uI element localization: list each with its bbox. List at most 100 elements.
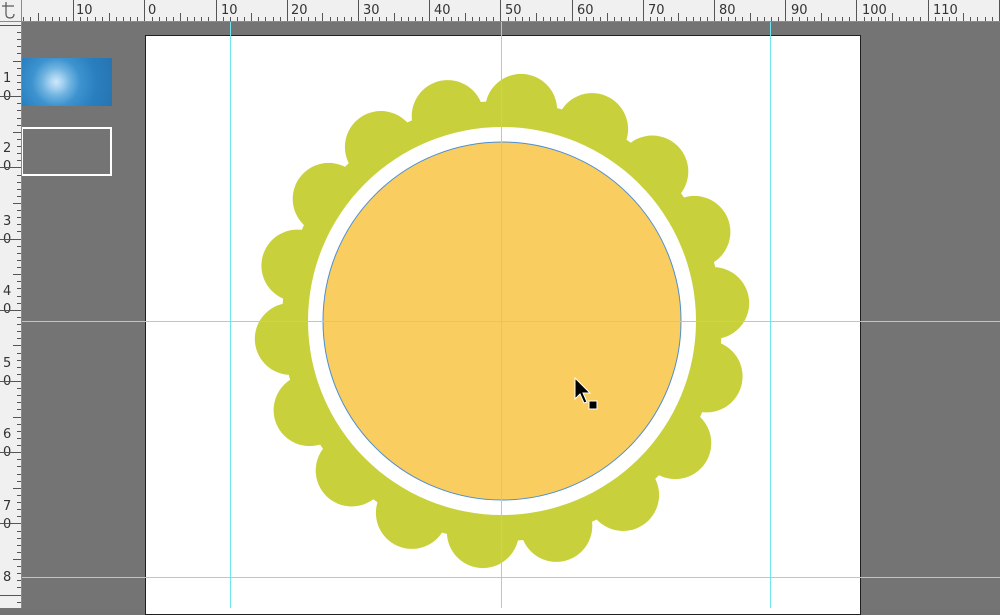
ruler-tick bbox=[17, 253, 21, 254]
ruler-tick bbox=[17, 438, 21, 439]
ruler-tick bbox=[109, 13, 110, 21]
ruler-tick bbox=[372, 17, 373, 21]
ruler-tick bbox=[280, 17, 281, 21]
ruler-tick bbox=[144, 0, 145, 21]
ruler-tick bbox=[992, 17, 993, 21]
ruler-tick bbox=[899, 17, 900, 21]
ruler-label-h: 110 bbox=[933, 3, 958, 18]
ruler-tick bbox=[17, 580, 21, 581]
ruler-tick bbox=[13, 61, 21, 62]
vertical-guide[interactable] bbox=[770, 22, 771, 608]
ruler-tick bbox=[963, 13, 964, 21]
artboard-thumbnail-1[interactable] bbox=[22, 58, 112, 106]
ruler-tick bbox=[785, 0, 786, 21]
ruler-label-v: 0 bbox=[3, 446, 11, 460]
ruler-tick bbox=[216, 0, 217, 21]
ruler-tick bbox=[700, 17, 701, 21]
ruler-label-v: 4 bbox=[3, 284, 12, 299]
ruler-tick bbox=[13, 488, 21, 489]
ruler-tick bbox=[735, 17, 736, 21]
ruler-label-h: 0 bbox=[148, 3, 157, 18]
ruler-tick bbox=[493, 17, 494, 21]
ruler-tick bbox=[750, 13, 751, 21]
ruler-tick bbox=[17, 367, 21, 368]
ruler-label-h: 10 bbox=[221, 3, 238, 18]
ruler-tick bbox=[835, 17, 836, 21]
ruler-tick bbox=[80, 17, 81, 21]
ruler-tick bbox=[17, 153, 21, 154]
ruler-tick bbox=[208, 17, 209, 21]
ruler-tick bbox=[194, 17, 195, 21]
ruler-tick bbox=[17, 552, 21, 553]
ruler-tick bbox=[906, 17, 907, 21]
ruler-tick bbox=[17, 538, 21, 539]
ruler-label-h: 100 bbox=[862, 3, 887, 18]
ruler-label-v: 2 bbox=[3, 141, 12, 156]
ruler-label-v: 6 bbox=[3, 427, 12, 442]
ruler-tick bbox=[17, 409, 21, 410]
ruler-tick bbox=[13, 203, 21, 204]
ruler-tick bbox=[892, 13, 893, 21]
ruler-tick bbox=[650, 17, 651, 21]
vertical-ruler[interactable]: 1 0 2 0 3 0 4 0 5 0 6 0 7 0 8 bbox=[0, 22, 22, 608]
ruler-tick bbox=[17, 495, 21, 496]
ruler-tick bbox=[17, 110, 21, 111]
ruler-tick bbox=[17, 75, 21, 76]
ruler-tick bbox=[928, 0, 929, 21]
ruler-tick bbox=[17, 531, 21, 532]
ruler-tick bbox=[17, 573, 21, 574]
ruler-tick bbox=[13, 345, 21, 346]
ruler-tick bbox=[95, 17, 96, 21]
ruler-tick bbox=[17, 224, 21, 225]
ruler-tick bbox=[17, 331, 21, 332]
ruler-tick bbox=[351, 17, 352, 21]
ruler-tick bbox=[17, 324, 21, 325]
ruler-tick bbox=[17, 246, 21, 247]
horizontal-guide[interactable] bbox=[22, 321, 1000, 322]
ruler-tick bbox=[799, 17, 800, 21]
horizontal-ruler[interactable]: 10 0 10 20 30 40 50 60 70 80 90 100 110 bbox=[0, 0, 1000, 22]
ruler-tick bbox=[251, 13, 252, 21]
ruler-tick bbox=[17, 360, 21, 361]
ruler-tick bbox=[671, 17, 672, 21]
vertical-guide[interactable] bbox=[230, 22, 231, 608]
ruler-tick bbox=[223, 17, 224, 21]
ruler-tick bbox=[0, 310, 21, 311]
ruler-tick bbox=[0, 595, 21, 596]
ruler-origin[interactable] bbox=[0, 0, 22, 22]
ruler-tick bbox=[920, 17, 921, 21]
ruler-tick bbox=[792, 17, 793, 21]
ruler-tick bbox=[614, 17, 615, 21]
ruler-label-h: 80 bbox=[719, 3, 736, 18]
ruler-tick bbox=[87, 17, 88, 21]
vertical-guide[interactable] bbox=[501, 22, 502, 608]
ruler-tick bbox=[265, 17, 266, 21]
ruler-tick bbox=[17, 474, 21, 475]
ruler-tick bbox=[13, 274, 21, 275]
ruler-label-h: 50 bbox=[505, 3, 522, 18]
ruler-tick bbox=[757, 17, 758, 21]
ruler-tick bbox=[522, 17, 523, 21]
ruler-tick bbox=[45, 17, 46, 21]
ruler-label-h: 20 bbox=[291, 3, 308, 18]
ruler-tick bbox=[38, 13, 39, 21]
ruler-tick bbox=[714, 0, 715, 21]
ruler-tick bbox=[17, 466, 21, 467]
ruler-tick bbox=[807, 17, 808, 21]
ruler-tick bbox=[52, 17, 53, 21]
ruler-label-v: 1 bbox=[3, 71, 12, 86]
ruler-tick bbox=[778, 17, 779, 21]
ruler-tick bbox=[13, 132, 21, 133]
ruler-label-h: 60 bbox=[577, 3, 594, 18]
ruler-tick bbox=[764, 17, 765, 21]
ruler-tick bbox=[237, 17, 238, 21]
ruler-tick bbox=[17, 175, 21, 176]
ruler-tick bbox=[508, 17, 509, 21]
ruler-tick bbox=[536, 13, 537, 21]
ruler-tick bbox=[258, 17, 259, 21]
horizontal-guide[interactable] bbox=[22, 577, 1000, 578]
artboard-thumbnail-2-selected[interactable] bbox=[21, 127, 112, 176]
ruler-tick bbox=[429, 0, 430, 21]
ruler-tick bbox=[337, 17, 338, 21]
ruler-tick bbox=[977, 17, 978, 21]
